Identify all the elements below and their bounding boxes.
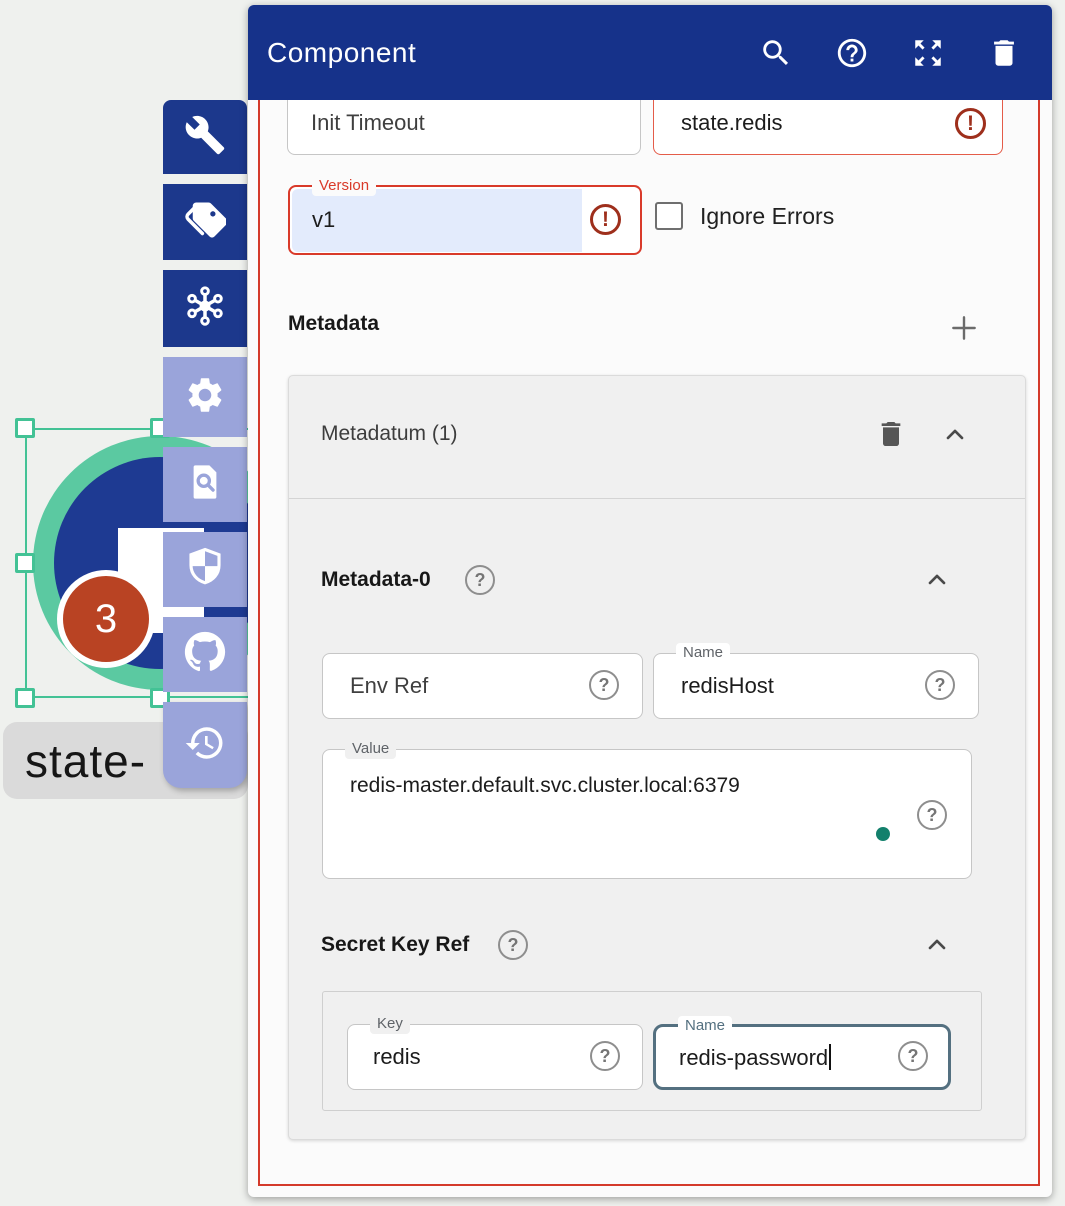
search-icon[interactable] <box>758 35 794 71</box>
init-timeout-placeholder: Init Timeout <box>311 110 425 136</box>
help-icon[interactable] <box>925 670 955 700</box>
ignore-errors-checkbox[interactable] <box>655 202 683 230</box>
component-properties-panel: Component Init Timeout state.redis Versi… <box>248 5 1052 1197</box>
delete-icon[interactable] <box>986 35 1022 71</box>
collapse-metadatum-chevron-icon[interactable] <box>941 421 969 449</box>
panel-header: Component <box>248 5 1052 100</box>
version-value: v1 <box>312 207 335 233</box>
toolbar-inspect-button[interactable] <box>163 447 247 522</box>
toolbar-github-button[interactable] <box>163 617 247 692</box>
metadata-name-value: redisHost <box>681 673 774 699</box>
toolbar-history-button[interactable] <box>163 702 247 788</box>
help-icon[interactable] <box>590 1041 620 1071</box>
delete-metadatum-button[interactable] <box>875 418 907 450</box>
selection-handle-bottom-left[interactable] <box>15 688 35 708</box>
wrench-icon <box>184 114 226 161</box>
env-ref-field[interactable]: Env Ref <box>322 653 643 719</box>
toolbar-tag-button[interactable] <box>163 184 247 260</box>
component-type-field[interactable]: state.redis <box>653 100 1003 155</box>
secret-key-field[interactable]: Key redis <box>347 1024 643 1090</box>
secret-key-label: Key <box>370 1014 410 1034</box>
status-dot <box>876 827 890 841</box>
init-timeout-field[interactable]: Init Timeout <box>287 100 641 155</box>
help-icon[interactable] <box>465 565 495 595</box>
add-metadata-button[interactable] <box>948 312 980 344</box>
component-type-value: state.redis <box>681 110 783 136</box>
text-cursor <box>829 1044 831 1070</box>
secret-key-value: redis <box>373 1044 421 1070</box>
panel-title: Component <box>267 37 718 69</box>
secret-name-field[interactable]: Name redis-password <box>653 1024 951 1090</box>
env-ref-placeholder: Env Ref <box>350 673 428 699</box>
shield-icon <box>184 546 226 593</box>
help-icon[interactable] <box>898 1041 928 1071</box>
toolbar-security-button[interactable] <box>163 532 247 607</box>
help-icon[interactable] <box>834 35 870 71</box>
tag-icon <box>184 199 226 246</box>
ignore-errors-label: Ignore Errors <box>700 202 834 230</box>
divider <box>289 498 1025 499</box>
metadata-heading: Metadata <box>288 312 379 336</box>
help-icon[interactable] <box>589 670 619 700</box>
help-icon[interactable] <box>917 800 947 830</box>
toolbar-wrench-button[interactable] <box>163 100 247 174</box>
github-icon <box>184 631 226 678</box>
file-search-icon <box>184 461 226 508</box>
secret-name-value: redis-password <box>679 1045 828 1070</box>
expand-icon[interactable] <box>910 35 946 71</box>
toolbar-settings-button[interactable] <box>163 357 247 437</box>
error-icon <box>590 204 621 235</box>
metadata-value-label: Value <box>345 739 396 759</box>
error-icon <box>955 108 986 139</box>
gear-icon <box>184 374 226 421</box>
error-count-badge: 3 <box>57 570 155 668</box>
metadata-value-field[interactable]: Value redis-master.default.svc.cluster.l… <box>322 749 972 879</box>
collapse-secret-key-ref-chevron-icon[interactable] <box>923 931 951 959</box>
panel-body[interactable]: Init Timeout state.redis Version v1 Igno… <box>248 100 1052 1197</box>
metadatum-card-title: Metadatum (1) <box>321 422 458 446</box>
hub-icon <box>184 285 226 332</box>
secret-key-ref-group: Key redis Name redis-password <box>322 991 982 1111</box>
collapse-metadata-0-chevron-icon[interactable] <box>923 566 951 594</box>
help-icon[interactable] <box>498 930 528 960</box>
metadata-value-text: redis-master.default.svc.cluster.local:6… <box>350 774 740 798</box>
metadata-name-label: Name <box>676 643 730 663</box>
version-label: Version <box>312 176 376 196</box>
selection-handle-mid-left[interactable] <box>15 553 35 573</box>
autofill-highlight <box>292 189 582 252</box>
version-field[interactable]: Version v1 <box>288 185 642 255</box>
selection-handle-top-left[interactable] <box>15 418 35 438</box>
metadatum-card: Metadatum (1) Metadata-0 Env Ref Name re… <box>288 375 1026 1140</box>
secret-name-label: Name <box>678 1016 732 1036</box>
secret-key-ref-heading: Secret Key Ref <box>321 933 469 957</box>
metadata-name-field[interactable]: Name redisHost <box>653 653 979 719</box>
metadata-0-heading: Metadata-0 <box>321 568 431 592</box>
toolbar-hub-button[interactable] <box>163 270 247 347</box>
history-icon <box>184 722 226 769</box>
